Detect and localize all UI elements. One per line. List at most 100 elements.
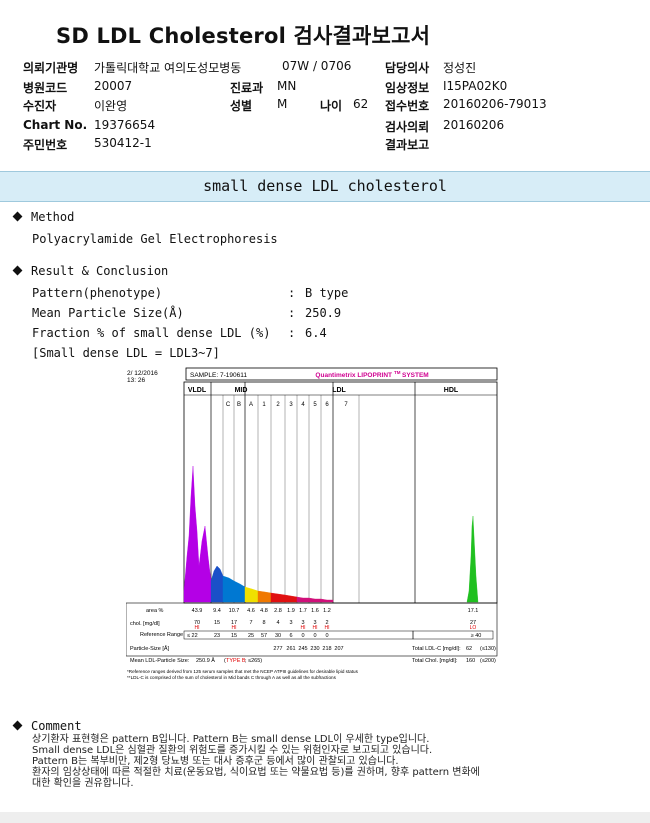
- chol-value: 7: [249, 620, 252, 626]
- ref-value: 25: [248, 633, 254, 639]
- mean-type-close: ; ≤265): [245, 658, 262, 664]
- page-footer-bar: [0, 812, 650, 823]
- particle-size-value: 261: [286, 646, 295, 652]
- age-label: 나이: [320, 99, 343, 113]
- ref-left-value: ≤ 22: [187, 633, 198, 639]
- result-row-label: Pattern(phenotype): [32, 286, 163, 300]
- chol-flag: HI: [313, 625, 318, 631]
- ref-value: 23: [214, 633, 220, 639]
- region-vldl-label: VLDL: [188, 387, 207, 394]
- particle-row-label: Particle-Size [Å]: [130, 645, 170, 652]
- area-value: 2.8: [274, 608, 282, 614]
- total-chol-label: Total Chol. [mg/dl]:: [412, 658, 458, 664]
- area-value: 1.2: [323, 608, 331, 614]
- footnote-1: *Reference ranges derived from 125 serum…: [127, 669, 359, 674]
- area-value: 43.9: [192, 608, 203, 614]
- area-value: 4.8: [260, 608, 268, 614]
- patient-label: 수진자: [23, 99, 57, 113]
- rrn-label: 주민번호: [23, 138, 68, 152]
- doctor-value: 정성진: [443, 61, 477, 75]
- mean-size-value: 250.9: [305, 306, 342, 320]
- ref-value: 0: [301, 633, 304, 639]
- report-label: 결과보고: [385, 138, 430, 152]
- ref-value: 6: [289, 633, 292, 639]
- lipoprint-brand-system: SYSTEM: [402, 372, 429, 379]
- area-value: 9.4: [213, 608, 221, 614]
- band-label: A: [249, 402, 253, 408]
- chol-flag: HI: [232, 625, 237, 631]
- sex-label: 성별: [230, 99, 253, 113]
- result-row-sep: :: [288, 306, 296, 320]
- comment-line: 대한 확인을 권유합니다.: [32, 778, 134, 789]
- mean-type-value: TYPE B: [226, 658, 246, 664]
- report-title: SD LDL Cholesterol 검사결과보고서: [56, 24, 431, 48]
- method-text: Polyacrylamide Gel Electrophoresis: [32, 232, 278, 246]
- request-value: 20160206: [443, 118, 505, 132]
- particle-size-value: 218: [322, 646, 331, 652]
- clinical-value: I15PA02K0: [443, 79, 508, 93]
- region-ldl-label: LDL: [332, 387, 346, 394]
- hospital-code-label: 병원코드: [23, 81, 68, 95]
- pattern-value: B type: [305, 286, 349, 300]
- receipt-label: 접수번호: [385, 99, 430, 113]
- total-ldl-label: Total LDL-C [mg/dl]:: [412, 646, 461, 652]
- lipoprint-date: 2/ 12/2016: [127, 370, 158, 377]
- particle-size-value: 277: [273, 646, 282, 652]
- diamond-bullet-icon: [12, 720, 23, 731]
- chart-no-value: 19376654: [94, 118, 156, 132]
- lipoprint-chart: 2/ 12/2016 13: 26 SAMPLE: 7-190611 Quant…: [125, 366, 498, 682]
- total-chol-value: 160: [466, 658, 475, 664]
- comment-line: Small dense LDL은 심혈관 질환의 위험도를 증가시킬 수 있는 …: [32, 745, 433, 756]
- mean-size-chart-value: 250.9 Å: [196, 657, 215, 664]
- total-ldl-value: 62: [466, 646, 472, 652]
- chol-flag: HI: [325, 625, 330, 631]
- comment-line: Pattern B는 복부비만, 제2형 당뇨병 또는 대사 증후군 등에서 많…: [32, 756, 399, 767]
- chol-value: 4: [276, 620, 279, 626]
- region-hdl-label: HDL: [444, 387, 459, 394]
- result-row-label: Mean Particle Size(Å): [32, 306, 184, 320]
- lipoprint-brand-tm: TM: [394, 370, 401, 375]
- clinical-label: 임상정보: [385, 81, 430, 95]
- request-label: 검사의뢰: [385, 120, 430, 134]
- age-value: 62: [353, 97, 369, 111]
- area-value: 10.7: [229, 608, 240, 614]
- result-row-label: Fraction % of small dense LDL (%): [32, 326, 271, 340]
- hospital-code-value: 20007: [94, 79, 133, 93]
- ref-value: 57: [261, 633, 267, 639]
- result-note: [Small dense LDL = LDL3~7]: [32, 346, 220, 360]
- total-chol-ref: (≤200): [480, 658, 496, 664]
- doctor-label: 담당의사: [385, 61, 430, 75]
- patient-value: 이완영: [94, 99, 128, 113]
- chol-value: 3: [289, 620, 292, 626]
- comment-heading: Comment: [12, 719, 82, 733]
- institution-value: 가톨릭대학교 여의도성모병동: [94, 61, 242, 75]
- lipoprint-brand: Quantimetrix LIPOPRINT: [315, 372, 392, 379]
- particle-size-value: 230: [310, 646, 319, 652]
- method-heading: Method: [12, 210, 74, 224]
- sex-value: M: [277, 97, 288, 111]
- area-value: 1.6: [311, 608, 319, 614]
- section-band: small dense LDL cholesterol: [0, 171, 650, 202]
- area-value: 1.9: [287, 608, 295, 614]
- diamond-bullet-icon: [12, 211, 23, 222]
- dept-value: MN: [277, 79, 297, 93]
- total-ldl-ref: (≤130): [480, 646, 496, 652]
- ref-value: 30: [275, 633, 281, 639]
- chol-value: 8: [262, 620, 265, 626]
- chol-flag: HI: [195, 625, 200, 631]
- comment-line: 환자의 임상상태에 따른 적절한 치료(운동요법, 식이요법 또는 약물요법 등…: [32, 767, 480, 778]
- area-value: 17.1: [468, 608, 479, 614]
- comment-text: 상기환자 표현형은 pattern B입니다. Pattern B는 small…: [32, 734, 480, 789]
- chol-row-label: chol. [mg/dl]: [130, 621, 160, 627]
- ref-value: 0: [325, 633, 328, 639]
- result-heading: Result & Conclusion: [12, 264, 168, 278]
- particle-size-value: 245: [298, 646, 307, 652]
- result-row-sep: :: [288, 286, 296, 300]
- chol-flag: HI: [301, 625, 306, 631]
- particle-size-value: 207: [334, 646, 343, 652]
- rrn-value: 530412-1: [94, 136, 152, 150]
- area-value: 1.7: [299, 608, 307, 614]
- ward-value: 07W / 0706: [282, 59, 352, 73]
- chol-value: 15: [214, 620, 220, 626]
- chart-no-label: Chart No.: [23, 118, 88, 132]
